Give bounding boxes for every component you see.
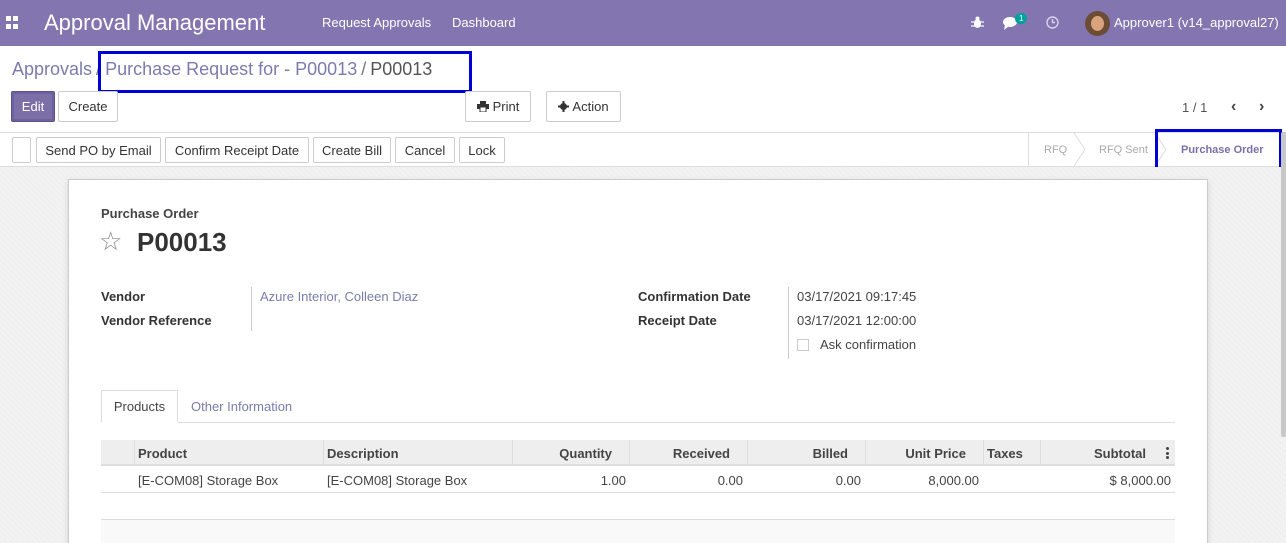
status-bar: Send PO by Email Confirm Receipt Date Cr… [0,132,1286,167]
field-divider [788,287,789,359]
column-unit-price[interactable]: Unit Price [865,440,966,466]
document-type: Purchase Order [101,206,199,221]
confirm-receipt-date-button[interactable]: Confirm Receipt Date [165,137,309,163]
stage-arrow-icon [1155,133,1167,166]
table-header: Product Description Quantity Received Bi… [101,440,1175,466]
stage-divider [1028,133,1029,166]
vendor-reference-field[interactable] [260,313,560,329]
send-po-by-email-button[interactable]: Send PO by Email [36,137,161,163]
cell-received: 0.00 [717,473,743,488]
column-product[interactable]: Product [138,440,187,466]
column-divider [323,440,324,466]
edit-button[interactable]: Edit [11,91,55,122]
cell-unit-price: 8,000.00 [928,473,979,488]
cell-billed: 0.00 [835,473,861,488]
column-options-icon[interactable] [1166,447,1169,459]
confirmation-date-label: Confirmation Date [638,289,751,304]
action-button[interactable]: Action [546,91,621,122]
gear-icon [558,101,570,112]
page-title: P00013 [137,227,227,257]
page-scrollbar[interactable] [1281,132,1286,437]
column-divider [134,440,135,466]
breadcrumb-approvals[interactable]: Approvals [12,59,92,79]
cancel-button[interactable]: Cancel [395,137,455,163]
pager-value[interactable]: 1 / 1 [1182,100,1207,115]
ask-confirmation-checkbox[interactable] [797,339,809,351]
pager-previous-icon[interactable]: ‹ [1231,98,1236,116]
cell-description: [E-COM08] Storage Box [327,473,468,488]
chat-count-badge: 1 [1015,13,1028,24]
breadcrumb-separator: / [361,59,367,79]
status-bar-checkbox-button[interactable] [12,137,31,163]
vendor-field[interactable]: Azure Interior, Colleen Diaz [260,289,418,304]
column-quantity[interactable]: Quantity [512,440,612,466]
star-icon[interactable]: ☆ [99,226,122,257]
cell-quantity: 1.00 [600,473,626,488]
cell-product: [E-COM08] Storage Box [138,473,279,488]
clock-icon[interactable] [1046,16,1059,29]
menu-request-approvals[interactable]: Request Approvals [322,15,431,30]
print-button[interactable]: Print [465,91,531,122]
create-button[interactable]: Create [58,91,118,122]
confirmation-date-field[interactable]: 03/17/2021 09:17:45 [797,289,916,304]
stage-arrow-icon [1074,133,1086,166]
breadcrumb-separator: / [96,59,102,79]
table-row[interactable]: [E-COM08] Storage Box [E-COM08] Storage … [101,468,1175,493]
tab-products[interactable]: Products [101,390,178,423]
action-label: Action [572,99,609,114]
receipt-date-field[interactable]: 03/17/2021 12:00:00 [797,313,916,328]
print-icon [476,101,489,112]
tab-other-information[interactable]: Other Information [191,390,292,423]
field-divider [251,287,252,331]
breadcrumb-current: P00013 [370,59,433,79]
stage-rfq-sent[interactable]: RFQ Sent [1099,133,1148,166]
table-footer [101,519,1175,543]
vendor-reference-label: Vendor Reference [101,313,212,328]
lock-button[interactable]: Lock [459,137,505,163]
breadcrumb: Approvals / Purchase Request for - P00013/… [12,59,432,80]
avatar[interactable] [1085,11,1110,36]
column-subtotal[interactable]: Subtotal [1040,440,1146,466]
column-description[interactable]: Description [327,440,399,466]
column-billed[interactable]: Billed [747,440,848,466]
stage-rfq[interactable]: RFQ [1044,133,1067,166]
print-label: Print [492,99,520,114]
ask-confirmation-label[interactable]: Ask confirmation [820,337,916,352]
column-divider [983,440,984,466]
create-bill-button[interactable]: Create Bill [313,137,391,163]
pager-next-icon[interactable]: › [1259,98,1264,116]
bug-icon[interactable] [971,16,984,29]
vendor-label: Vendor [101,289,146,304]
column-received[interactable]: Received [629,440,730,466]
menu-dashboard[interactable]: Dashboard [452,15,516,30]
receipt-date-label: Receipt Date [638,313,717,328]
breadcrumb-purchase-request[interactable]: Purchase Request for - P00013 [105,59,357,79]
column-taxes[interactable]: Taxes [987,440,1023,466]
top-navbar: Approval Management Request Approvals Da… [0,0,1286,46]
stage-purchase-order[interactable]: Purchase Order [1181,133,1264,166]
apps-icon[interactable] [6,16,19,29]
app-title[interactable]: Approval Management [44,10,265,36]
cell-subtotal: $ 8,000.00 [1109,473,1171,488]
user-name[interactable]: Approver1 (v14_approval27) [1114,15,1279,30]
